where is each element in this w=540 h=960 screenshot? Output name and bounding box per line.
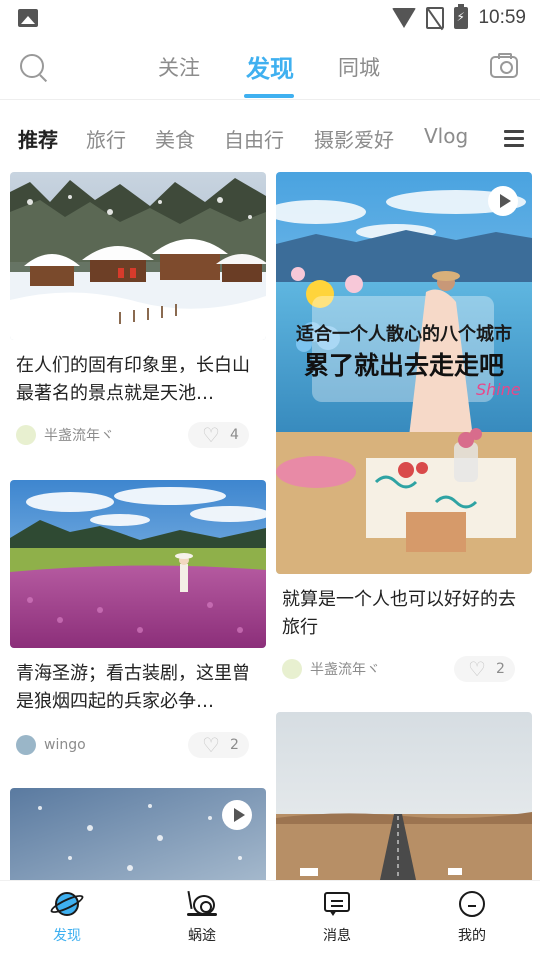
like-count: 2 <box>229 737 239 753</box>
nav-label: 蜗途 <box>188 928 216 944</box>
profile-icon <box>457 889 487 919</box>
nav-profile[interactable]: 我的 <box>432 889 512 945</box>
active-tab-indicator <box>244 94 294 98</box>
card-title: 就算是一个人也可以好好的去旅行 <box>282 589 516 638</box>
heart-icon: ♡ <box>202 423 220 447</box>
heart-icon: ♡ <box>202 733 220 757</box>
overlay-subtitle: 适合一个人散心的八个城市 <box>296 324 512 345</box>
no-sim-icon <box>426 7 445 29</box>
nav-label: 我的 <box>458 928 486 944</box>
gallery-notification-icon <box>18 9 38 27</box>
search-icon[interactable] <box>20 54 48 83</box>
card-image-flower-field <box>10 480 266 648</box>
tab-same-city[interactable]: 同城 <box>338 52 380 82</box>
snail-icon <box>187 889 217 919</box>
category-recommended[interactable]: 推荐 <box>18 124 58 153</box>
video-play-icon[interactable] <box>488 186 518 216</box>
camera-icon[interactable] <box>490 53 518 78</box>
feed-card[interactable]: 青海圣游；看古装剧，这里曾是狼烟四起的兵家必争… wingo ♡ 2 <box>10 480 266 770</box>
card-image-lakeside-picnic: 适合一个人散心的八个城市 累了就出去走走吧 Shine <box>276 172 532 574</box>
like-button[interactable]: ♡ 2 <box>188 732 249 758</box>
tab-discover[interactable]: 发现 <box>246 49 294 84</box>
card-title: 青海圣游；看古装剧，这里曾是狼烟四起的兵家必争… <box>16 663 250 712</box>
author-avatar <box>282 659 302 679</box>
battery-charging-icon <box>454 4 469 29</box>
author-avatar <box>16 425 36 445</box>
card-title: 在人们的固有印象里，长白山最著名的景点就是天池… <box>16 355 250 404</box>
feed-card[interactable]: 在人们的固有印象里，长白山最著名的景点就是天池… 半盏流年ヾ ♡ 4 <box>10 172 266 462</box>
message-icon <box>322 889 352 919</box>
video-play-icon[interactable] <box>222 800 252 830</box>
category-free-travel[interactable]: 自由行 <box>224 124 284 153</box>
nav-messages[interactable]: 消息 <box>297 889 377 945</box>
top-nav: 关注 发现 同城 <box>0 36 540 100</box>
author-name: 半盏流年ヾ <box>44 428 114 444</box>
nav-journey[interactable]: 蜗途 <box>162 889 242 945</box>
card-image-snowy-village <box>10 172 266 340</box>
overlay-script-text: Shine <box>476 380 521 399</box>
like-count: 4 <box>229 427 239 443</box>
menu-icon[interactable] <box>504 130 524 147</box>
author-name: 半盏流年ヾ <box>310 662 380 678</box>
status-indicators: 10:59 <box>392 4 526 32</box>
planet-icon <box>48 889 86 919</box>
category-food[interactable]: 美食 <box>155 124 195 153</box>
wifi-icon <box>392 8 417 28</box>
like-button[interactable]: ♡ 4 <box>188 422 249 448</box>
status-bar: 10:59 <box>0 0 540 36</box>
nav-label: 消息 <box>323 928 351 944</box>
category-vlog[interactable]: Vlog <box>424 124 468 148</box>
status-time: 10:59 <box>478 7 526 28</box>
overlay-headline: 累了就出去走走吧 <box>303 351 504 380</box>
category-photography[interactable]: 摄影爱好 <box>314 124 394 153</box>
feed-card[interactable]: 适合一个人散心的八个城市 累了就出去走走吧 Shine 就算是一个人也可以好好的… <box>276 172 532 696</box>
heart-icon: ♡ <box>468 657 486 681</box>
author-avatar <box>16 735 36 755</box>
tab-following[interactable]: 关注 <box>158 52 200 82</box>
nav-label: 发现 <box>53 928 81 944</box>
feed-card[interactable] <box>10 788 266 880</box>
like-button[interactable]: ♡ 2 <box>454 656 515 682</box>
category-travel[interactable]: 旅行 <box>86 124 126 153</box>
card-image-desert-road <box>276 712 532 880</box>
author-name: wingo <box>44 737 86 753</box>
feed-card[interactable] <box>276 712 532 880</box>
category-bar: 推荐 旅行 美食 自由行 摄影爱好 Vlog <box>0 112 540 162</box>
like-count: 2 <box>495 661 505 677</box>
bottom-nav: 发现 蜗途 消息 我的 <box>0 880 540 960</box>
nav-discover[interactable]: 发现 <box>27 889 107 945</box>
